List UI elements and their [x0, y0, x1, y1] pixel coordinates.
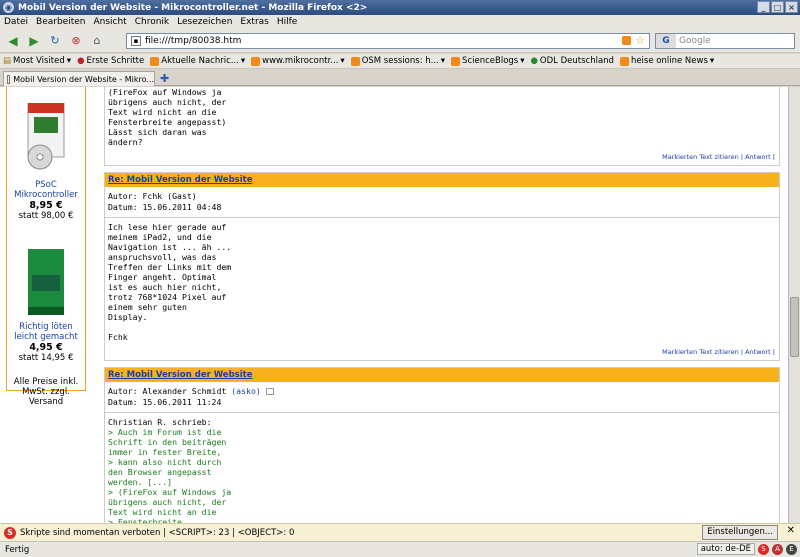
post-author: Autor: Fchk (Gast) [108, 191, 197, 201]
back-arrow-icon[interactable]: ◀ [4, 32, 22, 50]
window-titlebar: ◉ Mobil Version der Website - Mikrocontr… [0, 0, 800, 15]
url-bar[interactable]: ▪ file:///tmp/80038.htm ☆ [126, 33, 650, 49]
quote-intro: Christian R. schrieb: [108, 417, 212, 427]
home-icon[interactable]: ⌂ [88, 32, 106, 50]
bookmark-mikrocontroller[interactable]: www.mikrocontr... ▾ [251, 56, 345, 66]
minimize-button[interactable]: _ [757, 1, 770, 13]
author-profile-link[interactable]: (asko) [231, 386, 261, 396]
book2-title-link[interactable]: Richtig löten leicht gemacht [7, 322, 85, 342]
reload-icon[interactable]: ↻ [46, 32, 64, 50]
post-heading-link[interactable]: Re: Mobil Version der Website [105, 173, 779, 187]
rss-feed-icon[interactable] [622, 36, 631, 45]
book-sidebar: PSoC Mikrocontroller 8,95 € statt 98,00 … [6, 87, 86, 407]
menu-chronik[interactable]: Chronik [135, 17, 169, 27]
mail-icon[interactable] [265, 388, 274, 395]
new-tab-icon[interactable]: ✚ [160, 72, 169, 85]
book1-old-price: statt 98,00 € [18, 211, 74, 221]
rss-icon [619, 56, 629, 66]
menubar: Datei Bearbeiten Ansicht Chronik Lesezei… [0, 15, 800, 29]
scrollbar-thumb[interactable] [790, 297, 799, 357]
bookmark-most-visited[interactable]: ▤ Most Visited ▾ [3, 56, 71, 66]
rss-icon [350, 56, 360, 66]
book2-price: 4,95 € [29, 342, 63, 353]
search-input[interactable]: G Google [655, 33, 795, 49]
close-icon[interactable]: ✕ [787, 525, 795, 536]
bookmark-heise-online[interactable]: heise online News ▾ [619, 56, 714, 66]
maximize-button[interactable]: □ [771, 1, 784, 13]
price-note: Alle Preise inkl. MwSt. zzgl. Versand [13, 377, 79, 407]
language-indicator[interactable]: auto: de-DE [696, 543, 755, 555]
noscript-notification-bar: S Skripte sind momentan verboten | <SCRI… [0, 523, 800, 541]
post-continuation: (FireFox auf Windows ja übrigens auch ni… [104, 87, 780, 166]
noscript-message: Skripte sind momentan verboten | <SCRIPT… [20, 527, 295, 538]
status-bar: Fertig auto: de-DE S A E [0, 541, 800, 557]
page-favicon-icon [7, 74, 11, 84]
stop-icon[interactable]: ⊗ [67, 32, 85, 50]
noscript-icon[interactable]: S [4, 526, 16, 539]
page-content: PSoC Mikrocontroller 8,95 € statt 98,00 … [0, 87, 788, 523]
book1-title-link[interactable]: PSoC Mikrocontroller [7, 180, 85, 200]
tab-strip: Mobil Version der Website - Mikro... ✚ [0, 70, 800, 86]
menu-extras[interactable]: Extras [240, 17, 268, 27]
bookmark-odl-deutschland[interactable]: ● ODL Deutschland [531, 56, 614, 66]
rss-icon [150, 56, 160, 66]
post-actions: Markierten Text zitieren | Antwort | [662, 153, 775, 161]
page-favicon-icon: ▪ [131, 36, 141, 46]
tab-mobil-version[interactable]: Mobil Version der Website - Mikro... [3, 71, 155, 86]
quote-selection-link[interactable]: Markierten Text zitieren [662, 348, 739, 356]
menu-lesezeichen[interactable]: Lesezeichen [177, 17, 232, 27]
reply-link[interactable]: Antwort [745, 153, 771, 161]
folder-icon: ▤ [3, 56, 12, 66]
firefox-bookmark-icon: ● [77, 56, 85, 66]
book1-price: 8,95 € [29, 200, 63, 211]
reply-link[interactable]: Antwort [745, 348, 771, 356]
post-date: Datum: 15.06.2011 11:24 [108, 397, 222, 407]
settings-button[interactable]: Einstellungen... [702, 525, 778, 540]
quoted-text: > Auch im Forum ist die Schrift in den b… [108, 427, 232, 523]
status-text: Fertig [5, 544, 30, 555]
post-fchk: Re: Mobil Version der Website Autor: Fch… [104, 172, 780, 361]
post-actions: Markierten Text zitieren | Antwort | [662, 348, 775, 356]
bookmark-aktuelle-nachrichten[interactable]: Aktuelle Nachric... ▾ [150, 56, 245, 66]
bookmark-star-icon[interactable]: ☆ [635, 34, 645, 47]
google-search-engine-icon[interactable]: G [656, 34, 676, 48]
psoc-book-cover[interactable] [26, 102, 66, 173]
forum-thread: (FireFox auf Windows ja übrigens auch ni… [104, 87, 780, 523]
rss-icon [451, 56, 461, 66]
quote-selection-link[interactable]: Markierten Text zitieren [662, 153, 739, 161]
forward-arrow-icon[interactable]: ▶ [25, 32, 43, 50]
post-heading-link[interactable]: Re: Mobil Version der Website [105, 368, 779, 382]
window-title: Mobil Version der Website - Mikrocontrol… [18, 2, 368, 13]
post-meta: Autor: Alexander Schmidt (asko) Datum: 1… [105, 382, 779, 413]
search-placeholder: Google [679, 36, 711, 46]
bookmarks-toolbar: ▤ Most Visited ▾ ● Erste Schritte Aktuelle … [0, 54, 800, 69]
post-author: Autor: Alexander Schmidt [108, 386, 227, 396]
menu-datei[interactable]: Datei [4, 17, 28, 27]
globe-icon: ● [530, 56, 538, 66]
menu-bearbeiten[interactable]: Bearbeiten [36, 17, 85, 27]
post-date: Datum: 15.06.2011 04:48 [108, 202, 222, 212]
post-body: Ich lese hier gerade auf meinem iPad2, u… [108, 222, 232, 342]
bookmark-erste-schritte[interactable]: ● Erste Schritte [77, 56, 144, 66]
close-window-button[interactable]: × [785, 1, 798, 13]
post-meta: Autor: Fchk (Gast) Datum: 15.06.2011 04:… [105, 187, 779, 218]
bookmark-scienceblogs[interactable]: ScienceBlogs ▾ [451, 56, 525, 66]
menu-ansicht[interactable]: Ansicht [93, 17, 126, 27]
post-body: Christian R. schrieb: > Auch im Forum ist… [105, 413, 779, 523]
adblock-icon[interactable]: A [772, 543, 783, 555]
loeten-book-cover[interactable] [28, 249, 64, 315]
firefox-icon: ◉ [3, 2, 14, 13]
menu-hilfe[interactable]: Hilfe [277, 17, 297, 27]
bookmark-osm-sessions[interactable]: OSM sessions: h... ▾ [350, 56, 445, 66]
rss-icon [251, 56, 261, 66]
post-schmidt: Re: Mobil Version der Website Autor: Ale… [104, 367, 780, 523]
vertical-scrollbar[interactable] [788, 87, 800, 523]
book2-old-price: statt 14,95 € [18, 353, 74, 363]
post-body: (FireFox auf Windows ja übrigens auch ni… [108, 87, 227, 147]
noscript-status-icon[interactable]: S [758, 543, 769, 555]
url-text: file:///tmp/80038.htm [145, 36, 242, 46]
extension-icon[interactable]: E [786, 543, 797, 555]
